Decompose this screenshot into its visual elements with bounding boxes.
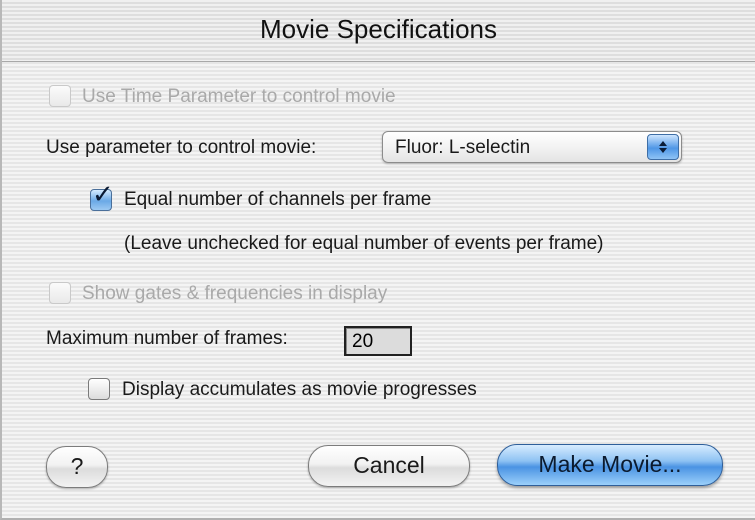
checkmark-icon: ✓ xyxy=(92,179,114,209)
movie-specifications-dialog: Movie Specifications Use Time Parameter … xyxy=(0,0,755,520)
max-frames-label: Maximum number of frames: xyxy=(46,328,288,349)
updown-arrows-icon xyxy=(647,134,679,160)
parameter-select-label: Use parameter to control movie: xyxy=(46,137,317,158)
display-accumulates-label: Display accumulates as movie progresses xyxy=(122,379,477,400)
show-gates-checkbox[interactable] xyxy=(49,282,71,304)
max-frames-field[interactable]: 20 xyxy=(344,326,412,356)
display-accumulates-checkbox[interactable] xyxy=(88,378,110,400)
cancel-button[interactable]: Cancel xyxy=(308,445,470,487)
equal-channels-hint: (Leave unchecked for equal number of eve… xyxy=(124,233,604,254)
show-gates-label: Show gates & frequencies in display xyxy=(82,283,388,304)
make-movie-button[interactable]: Make Movie... xyxy=(497,444,723,486)
equal-channels-checkbox[interactable]: ✓ xyxy=(90,181,114,211)
use-time-parameter-label: Use Time Parameter to control movie xyxy=(82,86,396,107)
dialog-title: Movie Specifications xyxy=(260,14,497,44)
title-bar[interactable]: Movie Specifications xyxy=(2,0,755,62)
help-button[interactable]: ? xyxy=(46,446,108,488)
parameter-popup-menu[interactable]: Fluor: L-selectin xyxy=(382,131,682,163)
equal-channels-label: Equal number of channels per frame xyxy=(124,189,432,210)
use-time-parameter-checkbox[interactable] xyxy=(49,85,71,107)
parameter-popup-value: Fluor: L-selectin xyxy=(395,137,531,158)
